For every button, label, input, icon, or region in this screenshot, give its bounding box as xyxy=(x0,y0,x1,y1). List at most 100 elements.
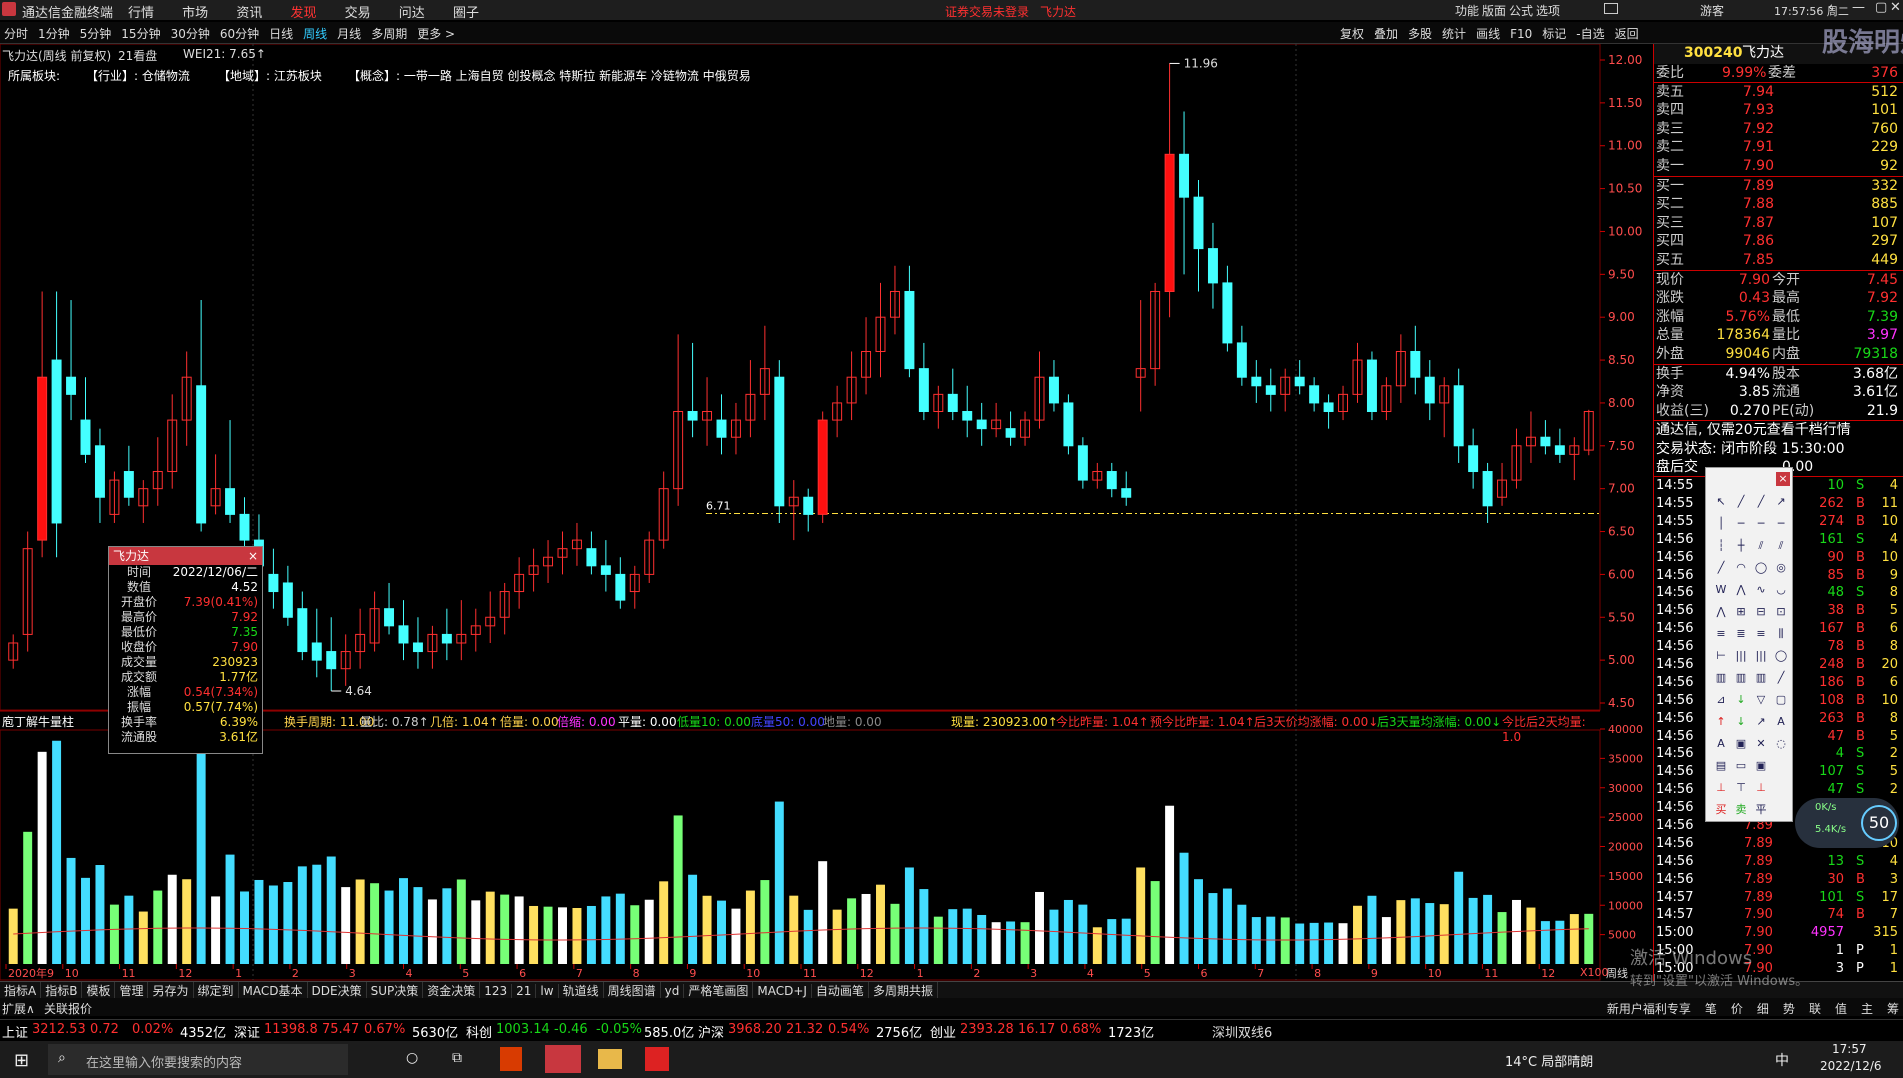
menu-options[interactable]: 选项 xyxy=(1536,2,1560,19)
indicator-tab[interactable]: 轨道线 xyxy=(559,982,604,999)
candle[interactable] xyxy=(1511,428,1522,489)
taskbar-time[interactable]: 17:57 xyxy=(1832,1042,1867,1056)
candle[interactable] xyxy=(80,377,91,463)
asks-row[interactable]: 卖三 7.92 760 xyxy=(1654,120,1903,139)
candle[interactable] xyxy=(369,591,380,652)
candle[interactable] xyxy=(788,480,799,541)
expand-tab[interactable]: 扩展∧ xyxy=(2,1000,35,1017)
candle[interactable] xyxy=(817,411,828,523)
taskbar-search-box[interactable]: ⌕ 在这里输入你要搜索的内容 xyxy=(48,1044,348,1075)
drawing-tool-icon[interactable]: ─ xyxy=(1732,516,1750,532)
candle[interactable] xyxy=(962,385,973,438)
status-field[interactable]: 创业 xyxy=(930,1022,956,1041)
candle[interactable] xyxy=(1106,462,1117,498)
candle[interactable] xyxy=(210,454,221,515)
candle[interactable] xyxy=(311,608,322,678)
drawing-tool-icon[interactable]: │ xyxy=(1712,516,1730,532)
candle[interactable] xyxy=(1048,360,1059,412)
drawing-tools-palette[interactable]: × ↖ ╱ ╱ ↗ │ ─ ─ ─ ┆ ┼ ⫽ ⫽ ╱ ◠ ◯ ◎ W ⋀ ∿ ◡ ⋀ ⊞ ⊟ ⊡ ≡ ≣ ≡ ⫼ ⊢ ||| ||| ◯ ▥ ▥… xyxy=(1705,467,1793,822)
candle[interactable] xyxy=(904,265,915,378)
candle[interactable] xyxy=(1005,411,1016,446)
asks-row[interactable]: 卖五 7.94 512 xyxy=(1654,83,1903,102)
drawing-tool-icon[interactable]: ↓ xyxy=(1732,714,1750,730)
candle[interactable] xyxy=(1251,360,1262,403)
drawing-tool-icon[interactable]: ◡ xyxy=(1772,582,1790,598)
indicator-tab[interactable]: 多周期共振 xyxy=(869,982,938,999)
status-right[interactable]: 深圳双线6 xyxy=(1212,1022,1272,1041)
candle[interactable] xyxy=(875,282,886,378)
candle[interactable] xyxy=(1265,368,1276,412)
function-tab[interactable]: 价 xyxy=(1731,1002,1743,1016)
drawing-tool-icon[interactable]: ⊟ xyxy=(1752,604,1770,620)
drawing-tool-icon[interactable]: ⊞ xyxy=(1732,604,1750,620)
candle[interactable] xyxy=(109,471,120,523)
function-tab[interactable]: 筹 xyxy=(1887,1002,1899,1016)
toolbar-item[interactable]: 多股 xyxy=(1408,25,1432,42)
candle[interactable] xyxy=(37,291,48,558)
candle[interactable] xyxy=(571,522,582,566)
back-arrow-icon[interactable]: ‹ xyxy=(1828,0,1833,15)
drawing-tool-icon[interactable]: ≡ xyxy=(1712,626,1730,642)
candle[interactable] xyxy=(846,351,857,421)
candle[interactable] xyxy=(152,437,163,506)
bids-row[interactable]: 买三 7.87 107 xyxy=(1654,214,1903,233)
candle[interactable] xyxy=(456,600,467,661)
indicator-tab[interactable]: yd xyxy=(661,984,685,998)
indicator-tab[interactable]: SUP决策 xyxy=(367,982,424,999)
menu-item[interactable]: 圈子 xyxy=(453,2,479,21)
candle[interactable] xyxy=(1453,368,1464,463)
drawing-tool-icon[interactable]: ⊥ xyxy=(1712,780,1730,796)
indicator-tab[interactable]: 另存为 xyxy=(148,982,194,999)
candle[interactable] xyxy=(1092,462,1103,489)
candle[interactable] xyxy=(268,548,279,609)
toolbar-item[interactable]: 标记 xyxy=(1542,25,1566,42)
candle[interactable] xyxy=(514,557,525,609)
candle[interactable] xyxy=(629,565,640,609)
candle[interactable] xyxy=(1497,462,1508,506)
drawing-tool-icon[interactable]: ↗ xyxy=(1752,714,1770,730)
indicator-tab[interactable]: 模板 xyxy=(82,982,116,999)
candle[interactable] xyxy=(282,565,293,626)
function-tab[interactable]: 笔 xyxy=(1705,1002,1717,1016)
candle[interactable] xyxy=(1468,428,1479,489)
drawing-tool-icon[interactable]: ╱ xyxy=(1752,494,1770,510)
candle[interactable] xyxy=(1323,394,1334,429)
toolbar-item[interactable]: -自选 xyxy=(1576,25,1604,42)
candle[interactable] xyxy=(66,300,77,421)
candle[interactable] xyxy=(1222,265,1233,352)
candle[interactable] xyxy=(441,608,452,661)
drawing-tool-icon[interactable]: ─ xyxy=(1752,516,1770,532)
drawing-tool-icon[interactable]: ◯ xyxy=(1772,648,1790,664)
candle[interactable] xyxy=(470,608,481,652)
drawing-tool-icon[interactable]: ⊿ xyxy=(1712,692,1730,708)
menu-item[interactable]: 资讯 xyxy=(236,2,262,21)
drawing-tool-icon[interactable]: ◎ xyxy=(1772,560,1790,576)
menu-layout[interactable]: 版面 xyxy=(1482,2,1506,19)
drawing-tool-icon[interactable]: ≡ xyxy=(1752,626,1770,642)
bids-row[interactable]: 买二 7.88 885 xyxy=(1654,195,1903,214)
candle[interactable] xyxy=(673,334,684,506)
status-field[interactable]: 深证 xyxy=(234,1022,260,1041)
indicator-tab[interactable]: 指标B xyxy=(41,982,83,999)
candle[interactable] xyxy=(1150,282,1161,386)
sector-concept[interactable]: 【概念】: 一带一路 上海自贸 创投概念 特斯拉 新能源车 冷链物流 中俄贸易 xyxy=(348,67,751,84)
file-explorer-icon[interactable] xyxy=(598,1049,622,1069)
maximize-icon[interactable]: ▢ xyxy=(1875,0,1887,15)
menu-item[interactable]: 行情 xyxy=(128,2,154,21)
menu-item[interactable]: 交易 xyxy=(345,2,371,21)
drawing-tool-icon[interactable]: ⊤ xyxy=(1732,780,1750,796)
tab-period[interactable]: 分时 xyxy=(4,25,28,42)
drawing-tool-icon[interactable]: ✕ xyxy=(1752,736,1770,752)
candle[interactable] xyxy=(557,531,568,575)
drawing-tool-icon[interactable]: ╱ xyxy=(1732,494,1750,510)
candle[interactable] xyxy=(528,548,539,592)
drawing-tool-icon[interactable]: ▣ xyxy=(1752,758,1770,774)
menu-formula[interactable]: 公式 xyxy=(1509,2,1533,19)
task-view-icon[interactable]: ⧉ xyxy=(452,1050,462,1066)
candle[interactable] xyxy=(1395,334,1406,403)
candle[interactable] xyxy=(1294,360,1305,395)
candle[interactable] xyxy=(1121,471,1132,506)
menu-item[interactable]: 问达 xyxy=(399,2,425,21)
drawing-tool-icon[interactable]: ⋀ xyxy=(1732,582,1750,598)
related-quote-tab[interactable]: 关联报价 xyxy=(44,1000,92,1017)
